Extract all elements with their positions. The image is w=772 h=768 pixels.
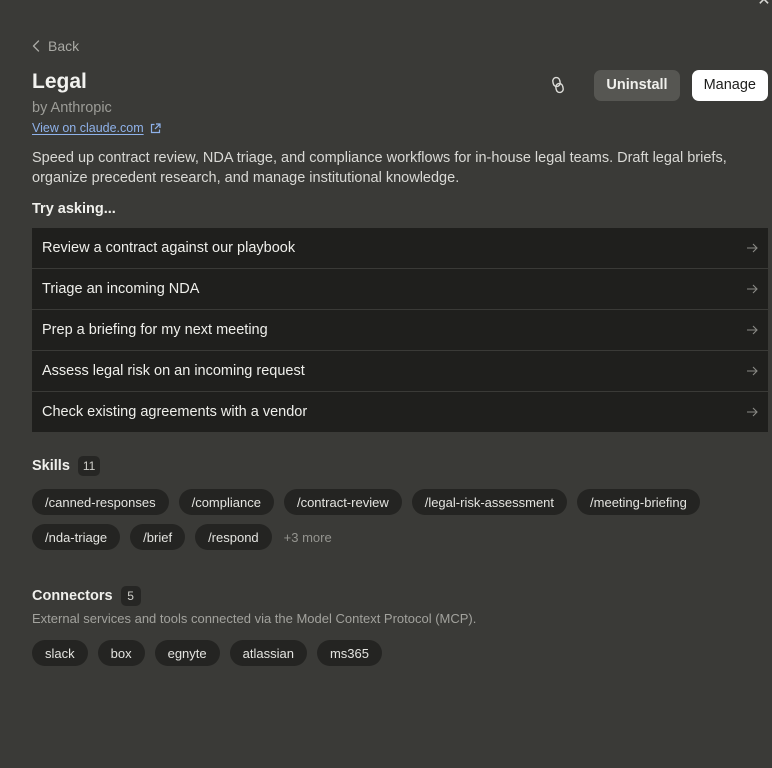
uninstall-button[interactable]: Uninstall (594, 69, 680, 101)
copy-link-button[interactable] (542, 69, 574, 101)
skill-chip[interactable]: /legal-risk-assessment (411, 489, 568, 515)
link-icon (552, 76, 565, 94)
prompt-text: Review a contract against our playbook (42, 240, 296, 256)
connector-chip[interactable]: atlassian (229, 640, 307, 666)
arrow-right-icon (746, 284, 758, 294)
skill-chip[interactable]: /compliance (178, 489, 274, 515)
skill-chip[interactable]: /brief (130, 524, 186, 550)
plugin-detail-page: ✕ Back Legal by Anthropic View on claude… (0, 0, 772, 768)
prompt-item[interactable]: Review a contract against our playbook (32, 228, 768, 268)
prompt-item[interactable]: Assess legal risk on an incoming request (32, 351, 768, 391)
header-actions: Uninstall Manage (542, 69, 768, 101)
connector-chip[interactable]: slack (32, 640, 88, 666)
view-link-label: View on claude.com (32, 121, 144, 135)
prompt-text: Assess legal risk on an incoming request (42, 363, 305, 379)
prompt-item[interactable]: Triage an incoming NDA (32, 269, 768, 309)
prompt-text: Prep a briefing for my next meeting (42, 322, 268, 338)
connectors-heading: Connectors 5 (32, 586, 141, 606)
external-link-icon (150, 122, 161, 133)
suggested-prompts: Review a contract against our playbook T… (32, 228, 768, 432)
arrow-right-icon (746, 325, 758, 335)
prompt-item[interactable]: Prep a briefing for my next meeting (32, 310, 768, 350)
author-byline: by Anthropic (32, 100, 112, 116)
skills-heading: Skills 11 (32, 456, 101, 476)
skills-count-badge: 11 (77, 456, 101, 476)
plugin-description: Speed up contract review, NDA triage, an… (32, 150, 727, 186)
connector-chip[interactable]: box (97, 640, 145, 666)
show-more-skills-link[interactable]: +3 more (282, 530, 332, 545)
connector-chip[interactable]: ms365 (316, 640, 382, 666)
arrow-right-icon (746, 243, 758, 253)
skill-chip[interactable]: /respond (195, 524, 272, 550)
skill-chip[interactable]: /nda-triage (32, 524, 121, 550)
skills-list: /canned-responses /compliance /contract-… (32, 489, 732, 550)
prompt-text: Check existing agreements with a vendor (42, 404, 308, 420)
connectors-subtitle: External services and tools connected vi… (32, 611, 477, 626)
back-label: Back (48, 38, 80, 54)
skill-chip[interactable]: /contract-review (283, 489, 402, 515)
connectors-heading-label: Connectors (32, 588, 113, 604)
back-button[interactable]: Back (32, 38, 79, 54)
chevron-left-icon (32, 40, 40, 52)
connector-chip[interactable]: egnyte (154, 640, 220, 666)
close-icon[interactable]: ✕ (756, 0, 772, 9)
prompt-text: Triage an incoming NDA (42, 281, 200, 297)
view-on-claude-link[interactable]: View on claude.com (32, 121, 161, 135)
connectors-count-badge: 5 (120, 586, 141, 606)
try-asking-heading: Try asking... (32, 201, 116, 217)
skill-chip[interactable]: /meeting-briefing (577, 489, 700, 515)
skills-heading-label: Skills (32, 458, 70, 474)
skill-chip[interactable]: /canned-responses (32, 489, 169, 515)
page-title: Legal (32, 70, 87, 93)
prompt-item[interactable]: Check existing agreements with a vendor (32, 392, 768, 432)
arrow-right-icon (746, 366, 758, 376)
manage-button[interactable]: Manage (691, 69, 768, 101)
arrow-right-icon (746, 407, 758, 417)
connectors-list: slack box egnyte atlassian ms365 (32, 640, 732, 666)
